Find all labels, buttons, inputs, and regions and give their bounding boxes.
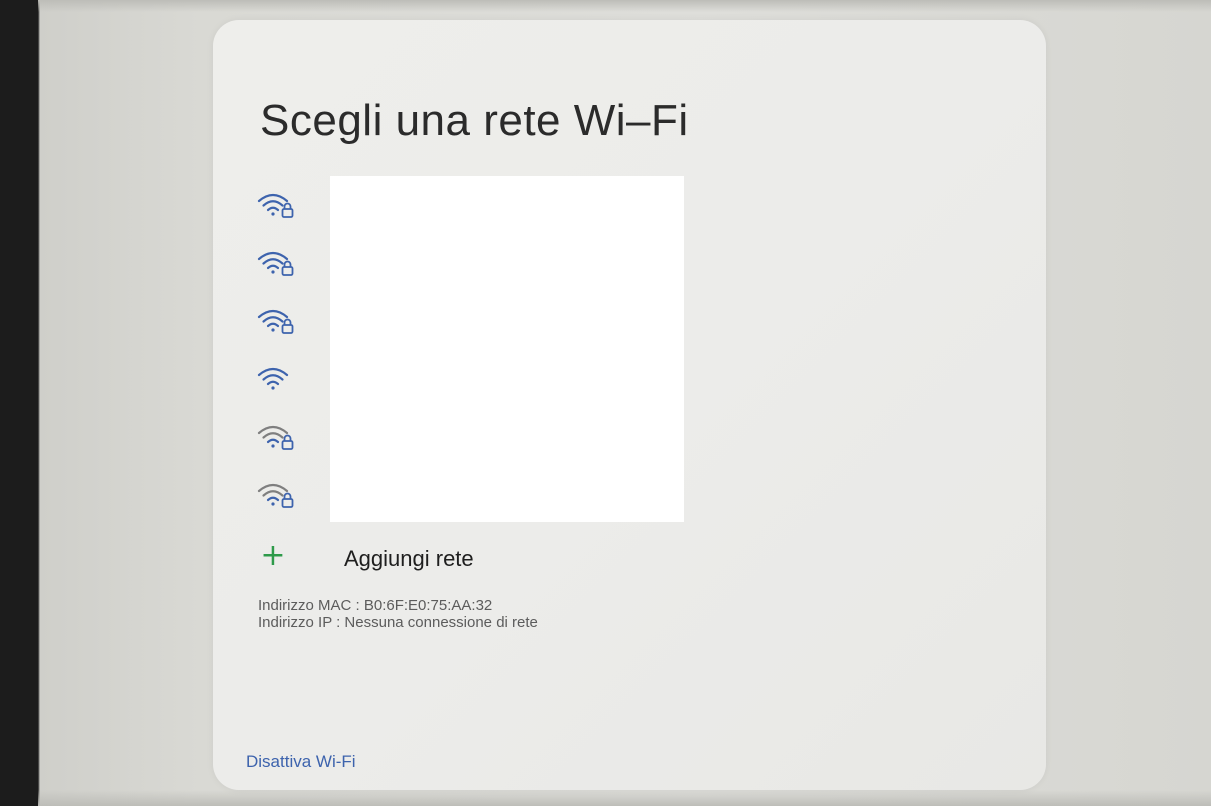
dialog-title: Scegli una rete Wi–Fi bbox=[260, 96, 689, 145]
add-network-label: Aggiungi rete bbox=[344, 546, 474, 571]
plus-icon: + bbox=[260, 538, 286, 573]
screen-top-edge bbox=[38, 0, 1211, 12]
screen-bottom-edge bbox=[38, 790, 1211, 806]
disable-wifi-button[interactable]: Disattiva Wi-Fi bbox=[246, 752, 356, 772]
network-names-redaction bbox=[330, 176, 684, 522]
add-network-row[interactable]: + Aggiungi rete bbox=[250, 538, 550, 578]
ip-address-text: Indirizzo IP : Nessuna connessione di re… bbox=[258, 614, 538, 631]
mac-address-text: Indirizzo MAC : B0:6F:E0:75:AA:32 bbox=[258, 597, 493, 614]
wifi-locked-icon bbox=[257, 251, 294, 276]
wifi-locked-icon bbox=[257, 193, 294, 218]
wifi-open-icon bbox=[257, 367, 289, 390]
wifi-locked-icon bbox=[257, 309, 294, 334]
wifi-locked-icon bbox=[257, 483, 294, 508]
wifi-locked-icon bbox=[257, 425, 294, 450]
